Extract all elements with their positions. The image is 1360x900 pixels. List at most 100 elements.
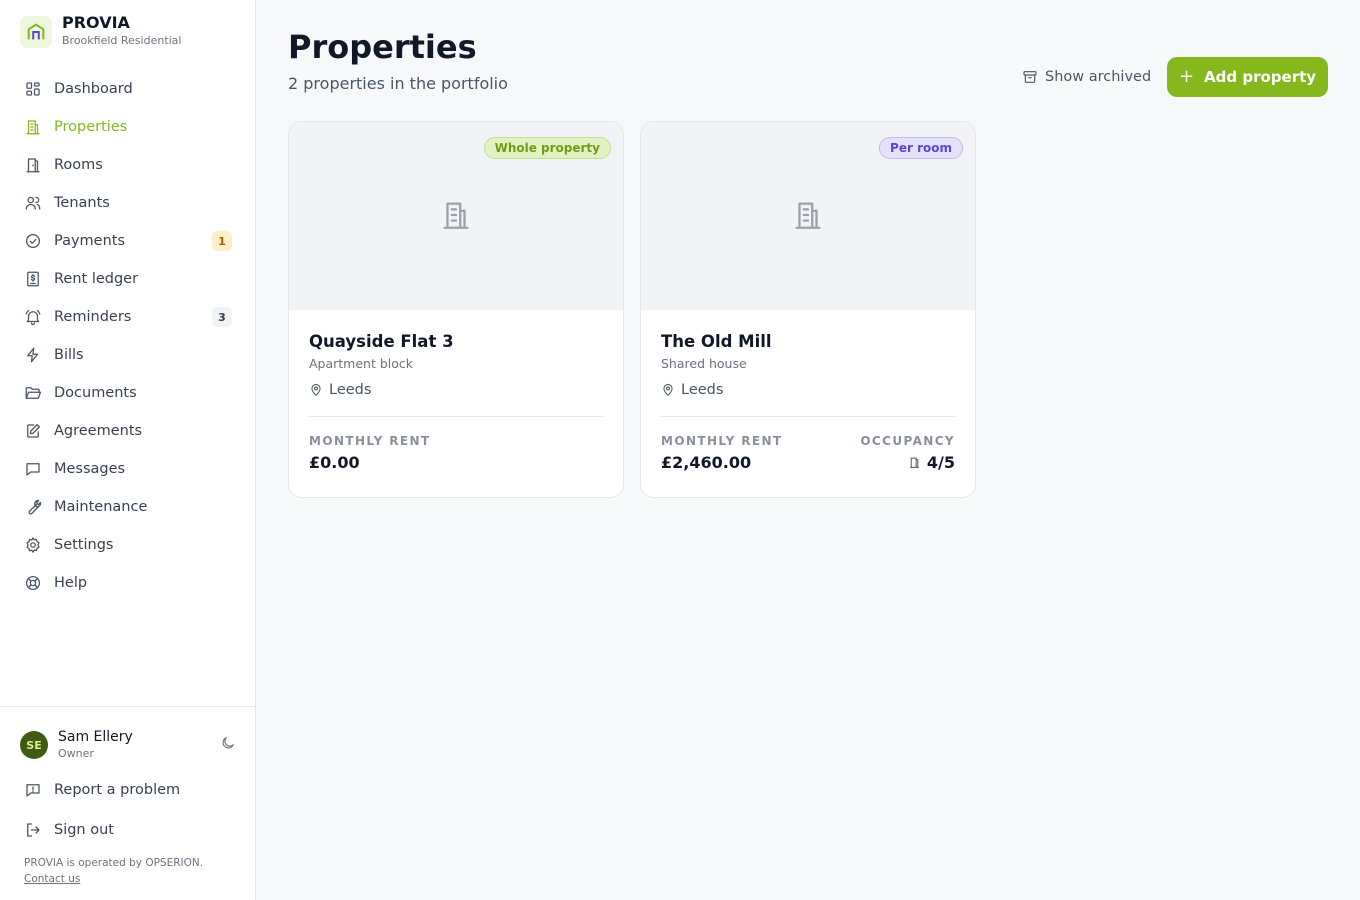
sidebar-item-label: Maintenance [54,499,148,515]
archive-icon [1023,71,1037,83]
contact-us-link[interactable]: Contact us [24,873,80,885]
property-card-quayside-flat-3[interactable]: Whole property Quayside Flat 3 Apartment… [288,121,624,498]
page-subtitle: 2 properties in the portfolio [288,74,508,93]
user-name: Sam Ellery [58,729,133,745]
property-type: Apartment block [309,356,414,371]
sidebar-item-documents[interactable]: Documents [12,374,244,412]
sidebar: PROVIA Brookfield Residential Dashboard … [0,0,256,900]
sign-out-label: Sign out [54,822,114,838]
ledger-icon [24,270,42,288]
reminders-count-badge: 3 [212,307,232,327]
brand-subtitle: Brookfield Residential [62,34,182,47]
sidebar-item-rent-ledger[interactable]: Rent ledger [12,260,244,298]
property-type: Shared house [661,356,747,371]
property-location-label: Leeds [329,382,372,398]
divider [661,416,955,417]
edit-document-icon [24,422,42,440]
sidebar-item-messages[interactable]: Messages [12,450,244,488]
monthly-rent-value: £2,460.00 [661,453,752,472]
sidebar-item-agreements[interactable]: Agreements [12,412,244,450]
property-type-tag: Whole property [483,137,611,159]
brand-name: PROVIA [62,13,130,32]
report-icon [24,781,42,799]
sidebar-item-label: Rent ledger [54,271,139,287]
sidebar-item-label: Settings [54,537,114,553]
location-pin-icon [663,383,673,396]
sidebar-item-label: Dashboard [54,81,133,97]
occupancy-value: 4/5 [860,453,955,472]
sign-out-button[interactable]: Sign out [12,812,244,848]
sidebar-item-label: Properties [54,119,128,135]
sidebar-item-label: Agreements [54,423,143,439]
sidebar-item-properties[interactable]: Properties [12,108,244,146]
door-icon [910,457,919,468]
add-property-button[interactable]: + Add property [1167,57,1328,97]
operator-text: PROVIA is operated by OPSERION. [24,857,204,869]
location-pin-icon [311,383,321,396]
building-icon [443,202,469,229]
occupancy-label: OCCUPANCY [860,434,955,448]
message-icon [24,460,42,478]
monthly-rent-label: MONTHLY RENT [309,434,431,448]
monthly-rent-label: MONTHLY RENT [661,434,783,448]
avatar[interactable]: SE [20,731,48,759]
page-title: Properties [288,28,477,66]
property-type-tag: Per room [879,137,963,159]
property-location-label: Leeds [681,382,724,398]
wrench-icon [24,498,42,516]
sidebar-item-settings[interactable]: Settings [12,526,244,564]
lightning-icon [24,346,42,364]
sidebar-item-label: Rooms [54,157,103,173]
gear-icon [24,536,42,554]
moon-icon[interactable] [220,735,236,755]
occupancy-count: 4/5 [926,453,955,472]
user-profile: SE Sam Ellery Owner [20,729,236,761]
door-icon [24,156,42,174]
show-archived-label: Show archived [1045,69,1152,85]
sidebar-footer: SE Sam Ellery Owner Report a problem Sig… [0,706,255,885]
building-icon [24,118,42,136]
users-icon [24,194,42,212]
grid-icon [24,80,42,98]
operator-note: PROVIA is operated by OPSERION. Contact … [24,855,203,887]
property-name: The Old Mill [661,332,772,351]
divider [309,416,603,417]
property-location: Leeds [661,382,955,398]
property-card-the-old-mill[interactable]: Per room The Old Mill Shared house Leeds… [640,121,976,498]
sidebar-item-label: Messages [54,461,126,477]
sidebar-item-label: Help [54,575,88,591]
folder-icon [24,384,42,402]
report-problem-button[interactable]: Report a problem [12,772,244,808]
sidebar-item-rooms[interactable]: Rooms [12,146,244,184]
sidebar-item-bills[interactable]: Bills [12,336,244,374]
sidebar-item-tenants[interactable]: Tenants [12,184,244,222]
show-archived-toggle[interactable]: Show archived [1022,66,1151,88]
sidebar-item-label: Payments [54,233,126,249]
sidebar-nav: Dashboard Properties Rooms Tenants Payme… [12,70,244,602]
plus-icon: + [1178,66,1195,87]
sidebar-item-help[interactable]: Help [12,564,244,602]
sidebar-item-label: Bills [54,347,84,363]
sidebar-item-maintenance[interactable]: Maintenance [12,488,244,526]
sidebar-item-label: Documents [54,385,137,401]
sidebar-item-label: Reminders [54,309,132,325]
brand[interactable]: PROVIA Brookfield Residential [20,14,181,49]
sidebar-item-label: Tenants [54,195,110,211]
property-location: Leeds [309,382,603,398]
sign-out-icon [24,821,42,839]
property-image-placeholder: Whole property [289,122,623,310]
building-icon [795,202,821,229]
sidebar-item-payments[interactable]: Payments 1 [12,222,244,260]
user-role: Owner [58,747,94,760]
provia-logo-icon [20,15,52,48]
bell-icon [24,308,42,326]
payments-count-badge: 1 [212,231,232,251]
lifebuoy-icon [24,574,42,592]
add-property-label: Add property [1204,68,1317,86]
check-circle-icon [24,232,42,250]
report-problem-label: Report a problem [54,782,181,798]
sidebar-item-reminders[interactable]: Reminders 3 [12,298,244,336]
monthly-rent-value: £0.00 [309,453,360,472]
sidebar-item-dashboard[interactable]: Dashboard [12,70,244,108]
property-name: Quayside Flat 3 [309,332,454,351]
